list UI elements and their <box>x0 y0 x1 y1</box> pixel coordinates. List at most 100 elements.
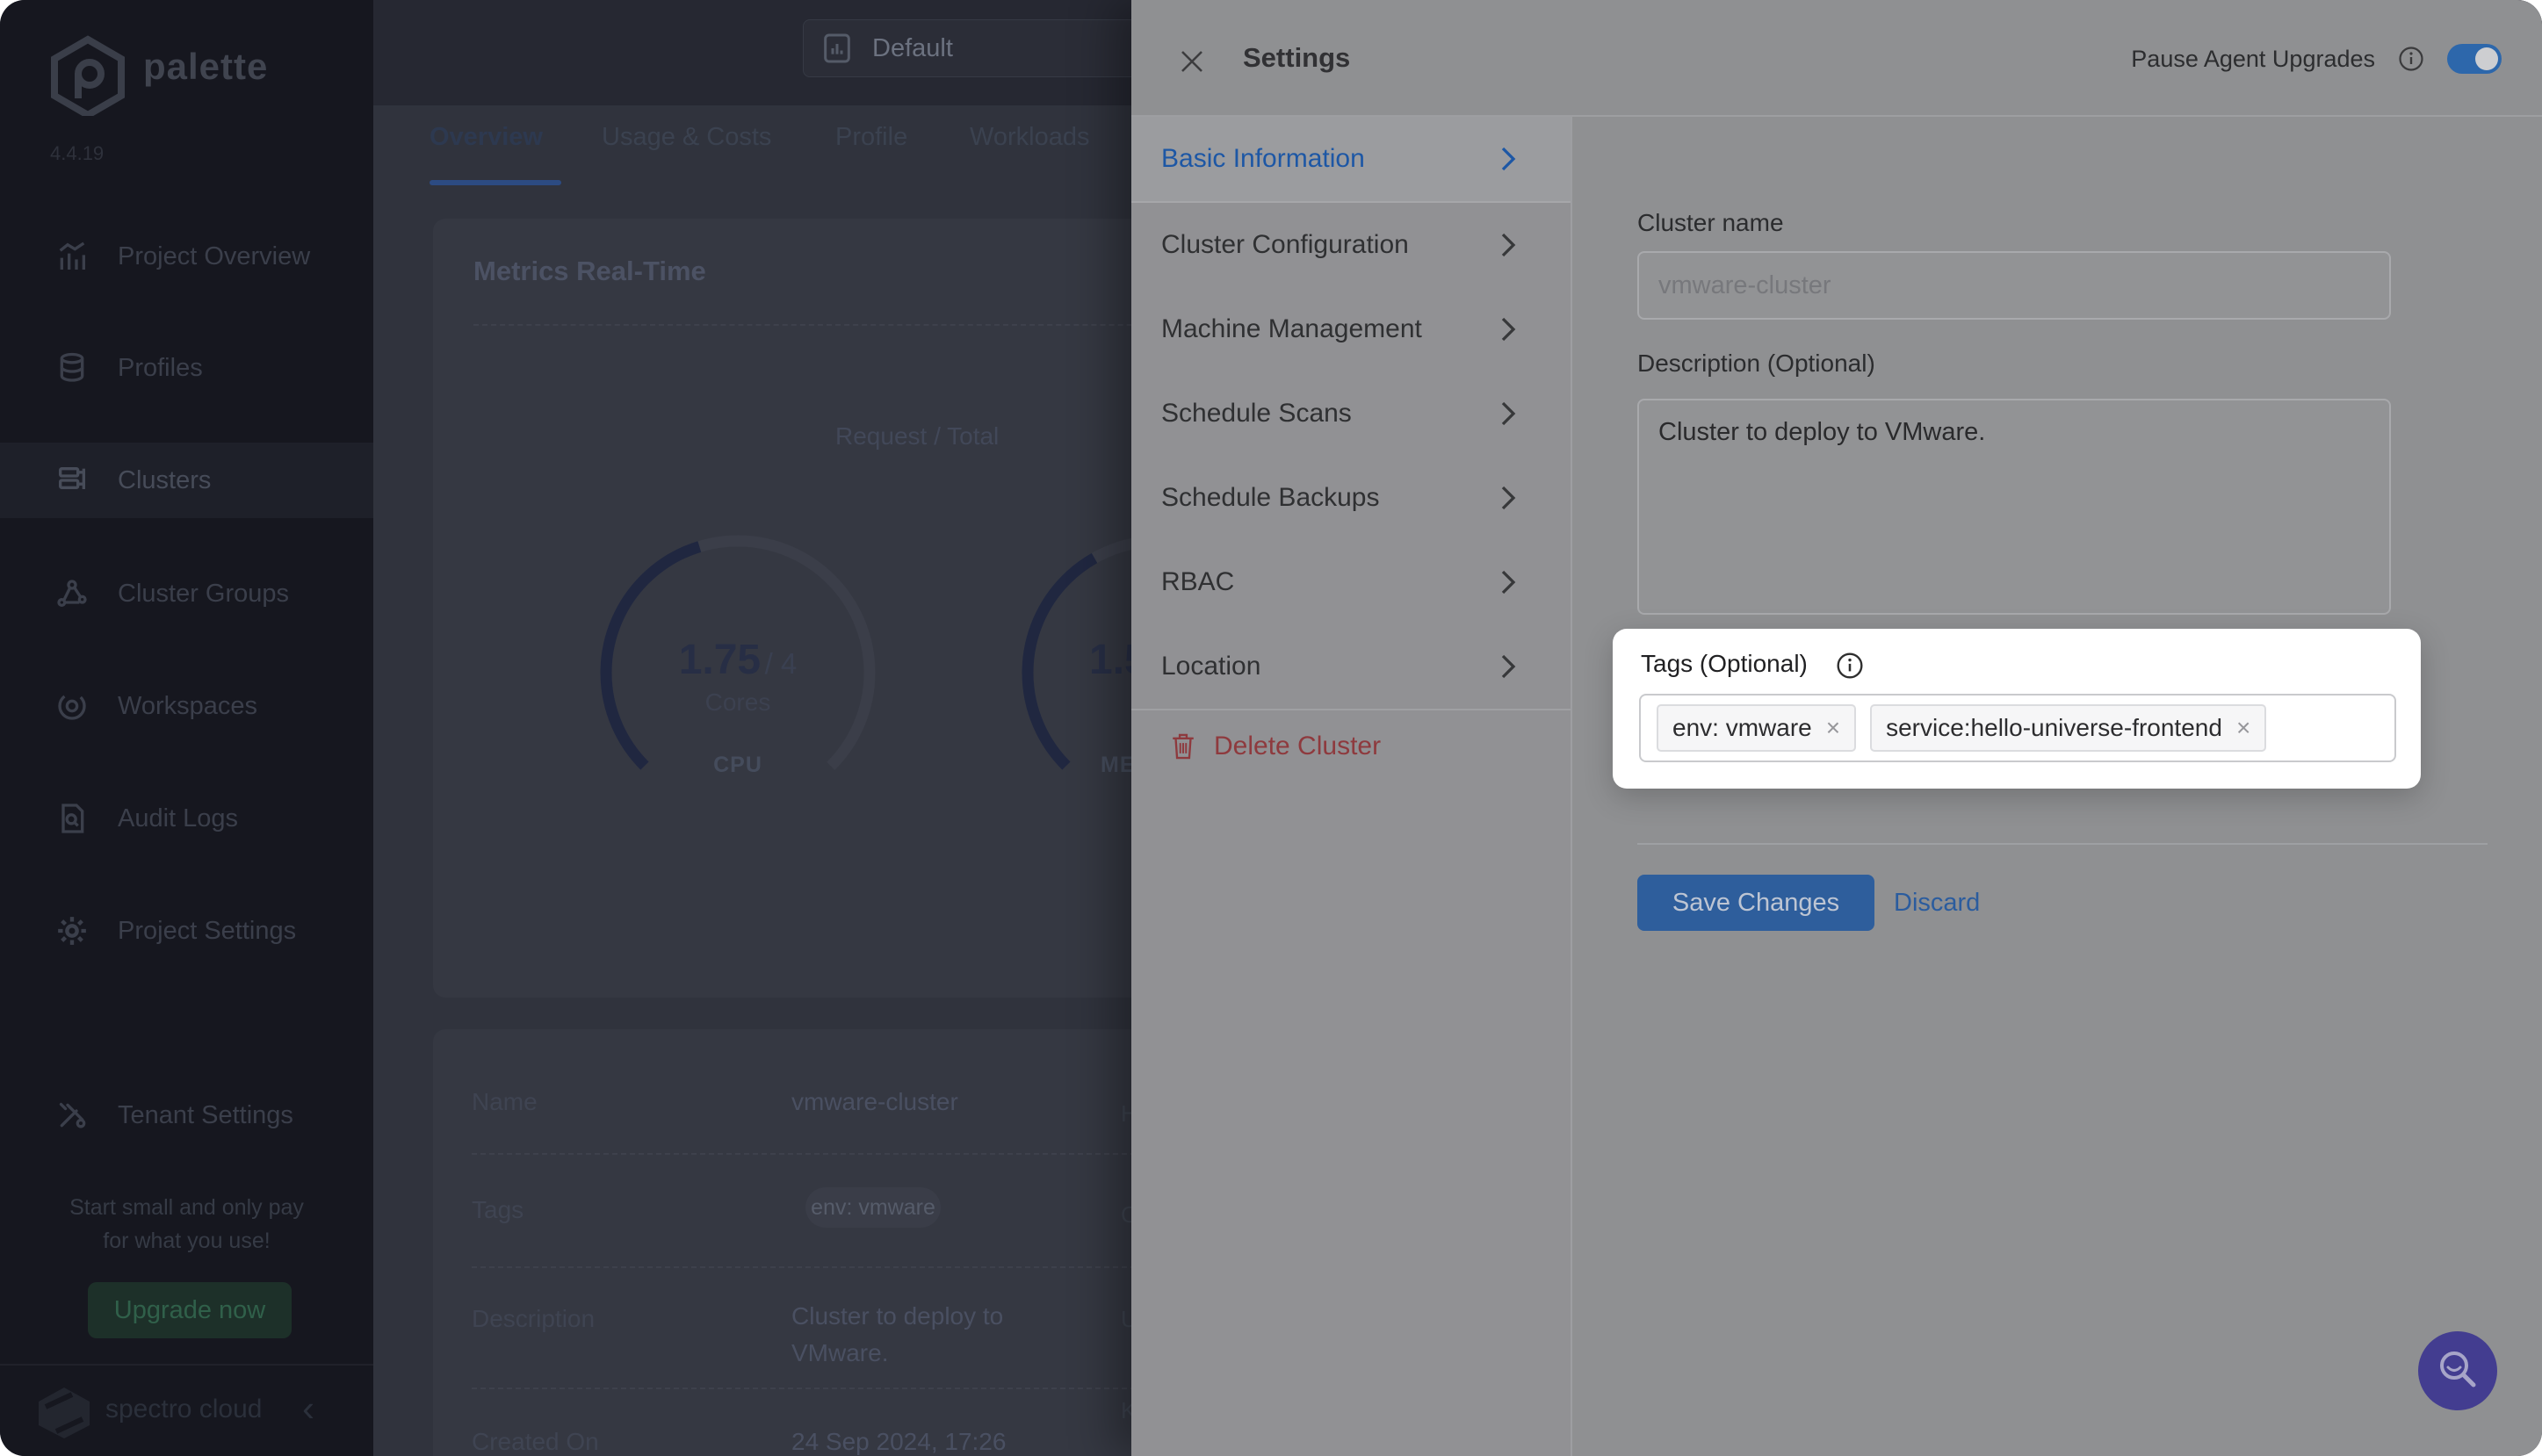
upgrade-now-button[interactable]: Upgrade now <box>88 1282 292 1338</box>
detail-label-description: Description <box>472 1305 595 1333</box>
nav-label: Schedule Backups <box>1161 483 1380 513</box>
tab-profile[interactable]: Profile <box>835 123 907 152</box>
sidebar-item-project-settings[interactable]: Project Settings <box>0 893 373 969</box>
detail-tag-pill: env: vmware <box>805 1187 941 1228</box>
tags-input[interactable]: env: vmware × service:hello-universe-fro… <box>1639 694 2396 762</box>
app-screen: palette 4.4.19 Project Overview Profiles <box>0 0 2542 1456</box>
tag-pill-env-vmware: env: vmware × <box>1657 704 1856 752</box>
metrics-card: Metrics Real-Time Request / Total 1.75 /… <box>433 219 1232 998</box>
chevron-right-icon <box>1500 231 1516 259</box>
search-fab-button[interactable] <box>2418 1331 2497 1410</box>
tab-usage-costs[interactable]: Usage & Costs <box>602 123 771 152</box>
details-row-divider <box>472 1153 1215 1155</box>
tag-text: env: vmware <box>1672 714 1812 742</box>
chevron-right-icon <box>1500 484 1516 512</box>
active-tab-underline <box>430 180 561 185</box>
discard-button[interactable]: Discard <box>1894 889 1980 918</box>
detail-label-name: Name <box>472 1088 538 1116</box>
save-changes-button[interactable]: Save Changes <box>1637 875 1874 931</box>
delete-cluster-button[interactable]: Delete Cluster <box>1170 732 1381 761</box>
audit-log-icon <box>54 801 90 836</box>
sidebar-item-profiles[interactable]: Profiles <box>0 330 373 406</box>
sidebar-item-label: Clusters <box>118 466 211 495</box>
nav-label: Basic Information <box>1161 144 1365 174</box>
project-chart-icon <box>820 31 855 66</box>
delete-cluster-label: Delete Cluster <box>1214 732 1381 761</box>
settings-modal-header: Settings Pause Agent Upgrades <box>1131 0 2542 117</box>
sidebar-item-label: Audit Logs <box>118 804 238 833</box>
sidebar-item-clusters[interactable]: Clusters <box>0 443 373 518</box>
sidebar-item-audit-logs[interactable]: Audit Logs <box>0 781 373 856</box>
settings-title: Settings <box>1243 42 1350 74</box>
sidebar-item-label: Project Settings <box>118 917 296 946</box>
details-row-divider <box>472 1388 1215 1389</box>
sidebar-item-label: Cluster Groups <box>118 580 289 609</box>
tab-overview[interactable]: Overview <box>430 123 543 152</box>
tab-workloads[interactable]: Workloads <box>970 123 1089 152</box>
nav-label: Location <box>1161 652 1260 681</box>
sidebar-footer-divider <box>0 1364 373 1366</box>
chevron-right-icon <box>1500 652 1516 681</box>
nav-label: RBAC <box>1161 567 1234 597</box>
info-icon[interactable] <box>2398 46 2424 72</box>
description-label: Description (Optional) <box>1637 350 1875 378</box>
project-selector-value: Default <box>872 34 953 63</box>
search-smile-icon <box>2435 1348 2481 1394</box>
sidebar-item-label: Project Overview <box>118 242 310 271</box>
cluster-name-label: Cluster name <box>1637 209 1784 237</box>
close-icon[interactable] <box>1179 48 1205 75</box>
brand-name: palette <box>143 46 268 88</box>
tags-info-icon[interactable] <box>1836 652 1864 680</box>
pause-agent-upgrades-group: Pause Agent Upgrades <box>2131 44 2502 74</box>
settings-nav-rbac[interactable]: RBAC <box>1131 540 1571 624</box>
sidebar: palette 4.4.19 Project Overview Profiles <box>0 0 373 1456</box>
settings-nav-location[interactable]: Location <box>1131 624 1571 709</box>
remove-tag-icon[interactable]: × <box>2236 714 2250 742</box>
nav-label: Schedule Scans <box>1161 399 1352 429</box>
toggle-knob <box>2475 47 2498 70</box>
details-row-divider <box>472 1266 1215 1268</box>
gear-icon <box>54 913 90 948</box>
cpu-gauge-value: 1.75 / 4 <box>589 636 887 684</box>
tag-pill-service-frontend: service:hello-universe-frontend × <box>1870 704 2266 752</box>
tags-spotlight-card: Tags (Optional) env: vmware × service:he… <box>1613 629 2421 789</box>
settings-nav-cluster-configuration[interactable]: Cluster Configuration <box>1131 203 1571 287</box>
cpu-gauge-unit: Cores <box>589 688 887 717</box>
tools-icon <box>54 1098 90 1133</box>
detail-value-name: vmware-cluster <box>791 1088 958 1116</box>
remove-tag-icon[interactable]: × <box>1826 714 1840 742</box>
sidebar-collapse-icon[interactable]: ‹ <box>302 1388 314 1430</box>
palette-logo-icon <box>48 35 127 116</box>
sidebar-item-tenant-settings[interactable]: Tenant Settings <box>0 1078 373 1153</box>
app-version: 4.4.19 <box>50 142 104 165</box>
description-textarea[interactable]: Cluster to deploy to VMware. <box>1637 399 2391 615</box>
settings-nav-schedule-scans[interactable]: Schedule Scans <box>1131 371 1571 456</box>
trash-icon <box>1170 732 1196 761</box>
detail-label-tags: Tags <box>472 1196 524 1224</box>
detail-value-created: 24 Sep 2024, 17:26 <box>791 1428 1006 1456</box>
network-nodes-icon <box>54 576 90 611</box>
bar-chart-icon <box>54 239 90 274</box>
sidebar-item-label: Profiles <box>118 354 203 383</box>
nav-label: Machine Management <box>1161 314 1422 344</box>
metrics-legend: Request / Total <box>835 422 999 450</box>
cluster-name-input[interactable] <box>1637 251 2391 320</box>
detail-value-description: Cluster to deploy to VMware. <box>791 1298 1003 1372</box>
settings-nav-schedule-backups[interactable]: Schedule Backups <box>1131 456 1571 540</box>
metrics-divider <box>473 324 1194 326</box>
workspaces-icon <box>54 688 90 724</box>
sidebar-item-project-overview[interactable]: Project Overview <box>0 219 373 294</box>
pause-agent-upgrades-toggle[interactable] <box>2447 44 2502 74</box>
detail-label-created: Created On <box>472 1428 599 1456</box>
sidebar-item-workspaces[interactable]: Workspaces <box>0 668 373 744</box>
tags-label: Tags (Optional) <box>1641 650 1808 678</box>
settings-nav-basic-information[interactable]: Basic Information <box>1131 117 1571 203</box>
spectro-cloud-logo-icon <box>35 1386 93 1440</box>
cpu-gauge-label: CPU <box>589 753 887 778</box>
database-icon <box>54 350 90 386</box>
pause-agent-upgrades-label: Pause Agent Upgrades <box>2131 46 2375 73</box>
sidebar-item-cluster-groups[interactable]: Cluster Groups <box>0 556 373 631</box>
settings-nav-machine-management[interactable]: Machine Management <box>1131 287 1571 371</box>
chevron-right-icon <box>1500 145 1516 173</box>
metrics-title: Metrics Real-Time <box>473 256 706 287</box>
